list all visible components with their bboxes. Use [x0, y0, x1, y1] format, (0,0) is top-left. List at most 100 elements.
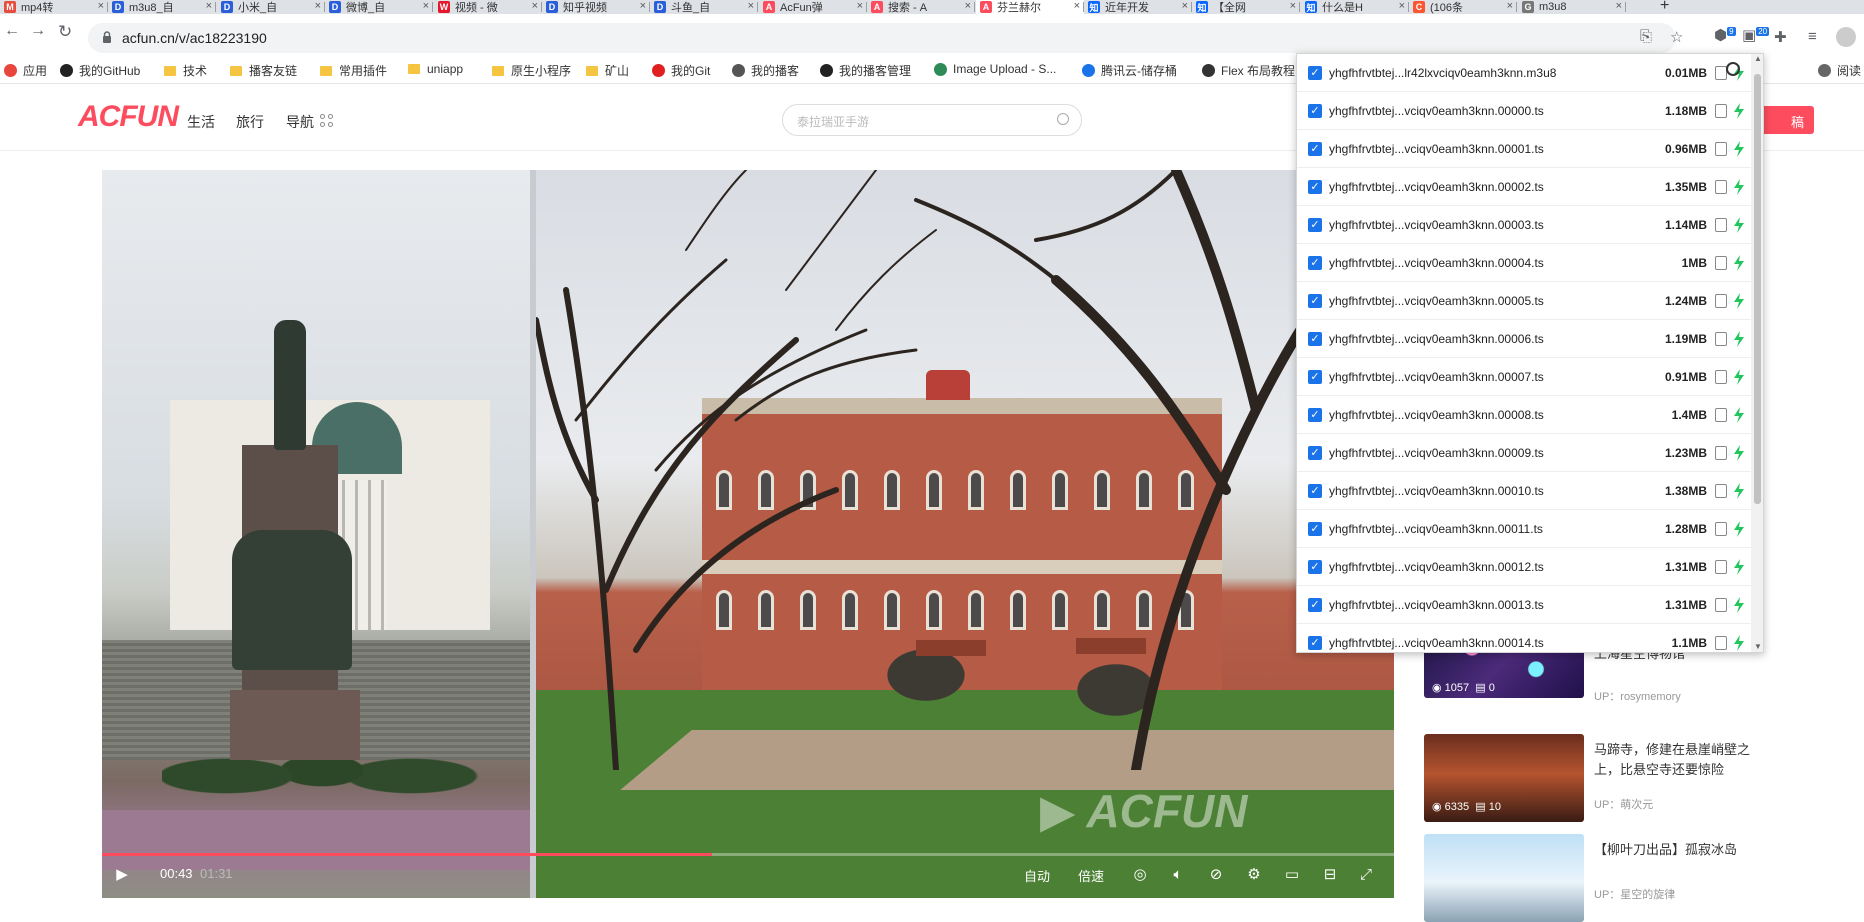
copy-icon[interactable] — [1715, 332, 1727, 346]
download-item[interactable]: ✓ yhgfhfrvtbtej...vciqv0eamh3knn.00008.ts… — [1297, 396, 1751, 434]
download-icon[interactable] — [1731, 178, 1747, 196]
copy-icon[interactable] — [1715, 104, 1727, 118]
speed-button[interactable]: 倍速 — [1078, 866, 1104, 885]
download-item[interactable]: ✓ yhgfhfrvtbtej...vciqv0eamh3knn.00001.ts… — [1297, 130, 1751, 168]
download-icon[interactable] — [1731, 292, 1747, 310]
tab-close-icon[interactable]: × — [1074, 0, 1080, 12]
item-checkbox[interactable]: ✓ — [1308, 332, 1322, 346]
copy-icon[interactable] — [1715, 484, 1727, 498]
bookmark-star-icon[interactable]: ☆ — [1670, 28, 1683, 46]
downloader-extension-icon[interactable]: ▣ 20 — [1742, 26, 1770, 44]
bookmark-item[interactable]: 腾讯云-储存桶 — [1082, 62, 1177, 79]
item-checkbox[interactable]: ✓ — [1308, 560, 1322, 574]
download-item[interactable]: ✓ yhgfhfrvtbtej...vciqv0eamh3knn.00012.ts… — [1297, 548, 1751, 586]
copy-icon[interactable] — [1715, 370, 1727, 384]
bookmark-item[interactable]: 常用插件 — [320, 62, 387, 79]
tab[interactable]: D 小米_自 × — [217, 0, 325, 14]
copy-icon[interactable] — [1715, 218, 1727, 232]
tab-close-icon[interactable]: × — [1616, 0, 1622, 12]
translate-icon[interactable]: ⎘ — [1640, 28, 1652, 45]
download-item[interactable]: ✓ yhgfhfrvtbtej...vciqv0eamh3knn.00009.ts… — [1297, 434, 1751, 472]
rec-title[interactable]: 马蹄寺，修建在悬崖峭壁之上，比悬空寺还要惊险 — [1594, 740, 1770, 780]
download-icon[interactable] — [1731, 102, 1747, 120]
widescreen-icon[interactable]: ⊟ — [1320, 866, 1340, 884]
tab[interactable]: D 知乎视频 × — [542, 0, 650, 14]
bookmark-item[interactable]: 播客友链 — [230, 62, 297, 79]
bookmark-item[interactable]: 原生小程序 — [492, 62, 571, 79]
rec-title[interactable]: 【柳叶刀出品】孤寂冰岛 — [1594, 840, 1770, 860]
tab-close-icon[interactable]: × — [965, 0, 971, 12]
tab[interactable]: A AcFun弹 × — [759, 0, 867, 14]
url-text[interactable]: acfun.cn/v/ac18223190 — [122, 30, 267, 46]
download-item[interactable]: ✓ yhgfhfrvtbtej...vciqv0eamh3knn.00006.ts… — [1297, 320, 1751, 358]
bookmark-item[interactable]: 我的播客管理 — [820, 62, 911, 79]
popup-scroll-thumb[interactable] — [1754, 74, 1761, 504]
bookmark-item[interactable]: Image Upload - S... — [934, 62, 1056, 76]
item-checkbox[interactable]: ✓ — [1308, 66, 1322, 80]
download-icon[interactable] — [1731, 140, 1747, 158]
extension-hexagon-icon[interactable]: ⬢ 9 — [1714, 26, 1736, 44]
rec-uploader[interactable]: UP：萌次元 — [1594, 796, 1653, 812]
tab[interactable]: W 视频 - 微 × — [434, 0, 542, 14]
bookmark-item[interactable]: 应用 — [4, 62, 47, 79]
item-checkbox[interactable]: ✓ — [1308, 256, 1322, 270]
tab-close-icon[interactable]: × — [532, 0, 538, 12]
tab[interactable]: Gm3u8 × — [1518, 0, 1626, 14]
bookmark-item[interactable]: 我的GitHub — [60, 62, 140, 79]
tab-close-icon[interactable]: × — [1399, 0, 1405, 12]
tab-close-icon[interactable]: × — [748, 0, 754, 12]
download-icon[interactable] — [1731, 482, 1747, 500]
download-item[interactable]: ✓ yhgfhfrvtbtej...lr42lxvciqv0eamh3knn.m3… — [1297, 54, 1751, 92]
rec-uploader[interactable]: UP：rosymemory — [1594, 688, 1681, 704]
download-icon[interactable] — [1731, 558, 1747, 576]
volume-icon[interactable]: 🔈︎ — [1168, 866, 1188, 884]
tab-close-icon[interactable]: × — [206, 0, 212, 12]
tab-close-icon[interactable]: × — [98, 0, 104, 12]
item-checkbox[interactable]: ✓ — [1308, 370, 1322, 384]
item-checkbox[interactable]: ✓ — [1308, 104, 1322, 118]
item-checkbox[interactable]: ✓ — [1308, 218, 1322, 232]
copy-icon[interactable] — [1715, 294, 1727, 308]
tab[interactable]: 知【全网 × — [1192, 0, 1300, 14]
copy-icon[interactable] — [1715, 446, 1727, 460]
new-tab-icon[interactable]: + — [1660, 0, 1669, 14]
tab-close-icon[interactable]: × — [857, 0, 863, 12]
copy-icon[interactable] — [1715, 636, 1727, 650]
nav-life[interactable]: 生活 — [187, 112, 215, 132]
play-icon[interactable]: ▶ — [112, 866, 132, 884]
copy-icon[interactable] — [1715, 598, 1727, 612]
nav-guide[interactable]: 导航 — [286, 112, 314, 132]
rec-thumbnail[interactable] — [1424, 834, 1584, 922]
download-item[interactable]: ✓ yhgfhfrvtbtej...vciqv0eamh3knn.00005.ts… — [1297, 282, 1751, 320]
nav-travel[interactable]: 旅行 — [236, 112, 264, 132]
avatar[interactable] — [1836, 27, 1856, 47]
download-item[interactable]: ✓ yhgfhfrvtbtej...vciqv0eamh3knn.00004.ts… — [1297, 244, 1751, 282]
extensions-puzzle-icon[interactable]: ✚ — [1774, 28, 1787, 46]
download-item[interactable]: ✓ yhgfhfrvtbtej...vciqv0eamh3knn.00014.ts… — [1297, 624, 1751, 652]
item-checkbox[interactable]: ✓ — [1308, 598, 1322, 612]
download-item[interactable]: ✓ yhgfhfrvtbtej...vciqv0eamh3knn.00010.ts… — [1297, 472, 1751, 510]
download-icon[interactable] — [1731, 216, 1747, 234]
download-icon[interactable] — [1731, 330, 1747, 348]
download-item[interactable]: ✓ yhgfhfrvtbtej...vciqv0eamh3knn.00011.ts… — [1297, 510, 1751, 548]
download-item[interactable]: ✓ yhgfhfrvtbtej...vciqv0eamh3knn.00003.ts… — [1297, 206, 1751, 244]
item-checkbox[interactable]: ✓ — [1308, 446, 1322, 460]
bookmark-item[interactable]: 我的播客 — [732, 62, 799, 79]
copy-icon[interactable] — [1715, 256, 1727, 270]
copy-icon[interactable] — [1715, 142, 1727, 156]
reload-icon[interactable]: ↻ — [58, 22, 72, 42]
download-item[interactable]: ✓ yhgfhfrvtbtej...vciqv0eamh3knn.00007.ts… — [1297, 358, 1751, 396]
reading-list-icon[interactable]: ≡ — [1808, 28, 1817, 45]
tab[interactable]: Mmp4转 × — [0, 0, 108, 14]
download-item[interactable]: ✓ yhgfhfrvtbtej...vciqv0eamh3knn.00000.ts… — [1297, 92, 1751, 130]
pip-icon[interactable]: ▭ — [1282, 866, 1302, 884]
bookmark-item[interactable]: 我的Git — [652, 62, 710, 79]
tab-close-icon[interactable]: × — [1182, 0, 1188, 12]
rec-uploader[interactable]: UP：星空的旋律 — [1594, 886, 1675, 902]
acfun-logo[interactable]: ACFUN — [78, 100, 179, 134]
tab-close-icon[interactable]: × — [1290, 0, 1296, 12]
item-checkbox[interactable]: ✓ — [1308, 522, 1322, 536]
tab[interactable]: Dm3u8_自 × — [108, 0, 216, 14]
download-icon[interactable] — [1731, 254, 1747, 272]
auto-quality-button[interactable]: 自动 — [1024, 866, 1050, 885]
